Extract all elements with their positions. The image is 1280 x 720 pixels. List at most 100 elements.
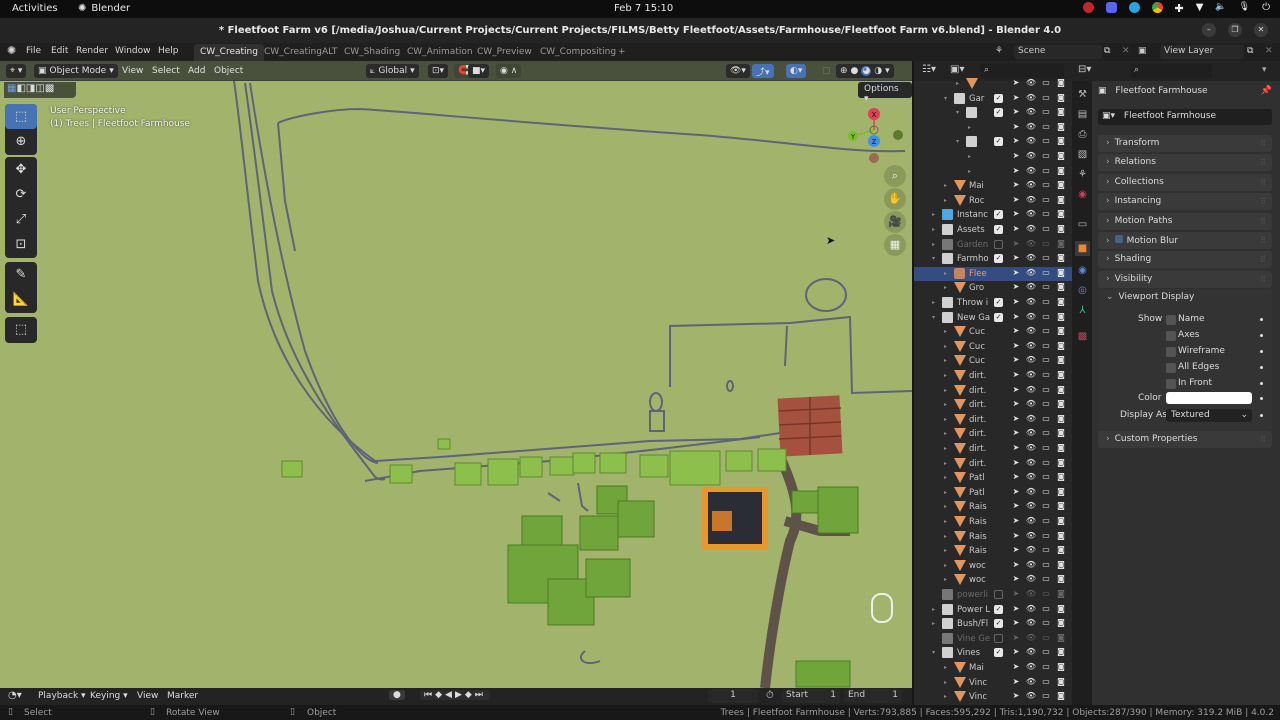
expand-arrow-open-icon[interactable]: ▾ [956,109,959,116]
texture-tab-icon[interactable]: ▩ [1075,329,1090,344]
visibility-eye-icon[interactable]: 👁 [1025,224,1037,233]
keyframe-dot[interactable] [1260,397,1263,400]
expand-arrow-icon[interactable]: ▸ [932,226,935,233]
exclude-checkbox[interactable] [994,239,1003,249]
outliner-item-label[interactable]: Gro [969,283,992,293]
color-swatch[interactable] [1166,392,1252,404]
panel-visibility[interactable]: › Visibility ⠿ [1098,270,1272,288]
pan-view-icon[interactable]: ✋ [884,188,906,210]
render-camera-icon[interactable]: ◙ [1055,428,1067,437]
render-camera-icon[interactable]: ◙ [1055,691,1067,700]
expand-arrow-icon[interactable]: ▸ [944,576,947,583]
viewport-disable-icon[interactable]: ▭ [1040,545,1052,554]
visibility-eye-icon[interactable]: 👁 [1025,385,1037,394]
auto-keying-toggle[interactable]: ● [389,690,405,700]
expand-arrow-icon[interactable]: ▸ [944,460,947,467]
drag-handle-icon[interactable]: ⠿ [1260,275,1266,284]
object-data-tab-icon[interactable]: ⅄ [1075,303,1090,318]
selectable-icon[interactable]: ➤ [1010,545,1022,554]
snap-target-button[interactable]: ■▾ [468,64,490,78]
outliner-row[interactable]: ▸ Rais ➤ 👁 ▭ ◙ [914,515,1072,530]
viewport-disable-icon[interactable]: ▭ [1040,604,1052,613]
tab-cw-creatingalt[interactable]: CW_CreatingALT [258,44,343,61]
outliner-item-label[interactable]: dirt. [969,371,992,381]
viewport-disable-icon[interactable]: ▭ [1040,370,1052,379]
selectable-icon[interactable]: ➤ [1010,618,1022,627]
selectable-icon[interactable]: ➤ [1010,341,1022,350]
scene-selector[interactable]: Scene [1014,45,1102,59]
render-camera-icon[interactable]: ◙ [1055,501,1067,510]
selectable-icon[interactable]: ➤ [1010,180,1022,189]
viewport-disable-icon[interactable]: ▭ [1040,414,1052,423]
render-camera-icon[interactable]: ◙ [1055,589,1067,598]
keyframe-dot[interactable] [1260,414,1263,417]
render-camera-icon[interactable]: ◙ [1055,516,1067,525]
maximize-button[interactable]: ❐ [1228,23,1242,37]
viewport-disable-icon[interactable]: ▭ [1040,428,1052,437]
drag-handle-icon[interactable]: ⠿ [1260,178,1266,187]
selectable-icon[interactable]: ➤ [1010,531,1022,540]
transform-tool-icon[interactable]: ⊡ [5,232,37,257]
visibility-eye-icon[interactable]: 👁 [1025,414,1037,423]
outliner-row[interactable]: ▸ Vinc ➤ 👁 ▭ ◙ [914,676,1072,691]
selectable-icon[interactable]: ➤ [1010,385,1022,394]
properties-editor-icon[interactable]: ⊟▾ [1078,64,1091,75]
drag-handle-icon[interactable]: ⠿ [1260,217,1266,226]
selectable-icon[interactable]: ➤ [1010,662,1022,671]
visibility-eye-icon[interactable]: 👁 [1025,370,1037,379]
keyframe-dot[interactable] [1260,382,1263,385]
visibility-eye-icon[interactable]: 👁 [1025,341,1037,350]
visibility-eye-icon[interactable]: 👁 [1025,560,1037,569]
material-preview-icon[interactable]: ◕ [861,66,872,76]
outliner-item-label[interactable]: Mai [969,181,992,191]
render-camera-icon[interactable]: ◙ [1055,560,1067,569]
visibility-eye-icon[interactable]: 👁 [1025,253,1037,262]
timeline-editor-icon[interactable]: ◔▾ [8,690,22,701]
viewport-disable-icon[interactable]: ▭ [1040,312,1052,321]
outliner-row[interactable]: ▸ dirt. ➤ 👁 ▭ ◙ [914,413,1072,428]
viewport-disable-icon[interactable]: ▭ [1040,472,1052,481]
tab-cw-animation[interactable]: CW_Animation [401,44,479,61]
tab-cw-preview[interactable]: CW_Preview [471,44,538,61]
panel-instancing[interactable]: › Instancing ⠿ [1098,193,1272,211]
delete-scene-icon[interactable]: ✕ [1122,46,1130,56]
system-tray[interactable]: ✚ ▼ 🔈 🎙 ⏻ [1082,2,1270,15]
viewport-disable-icon[interactable]: ▭ [1040,253,1052,262]
tab-cw-creating[interactable]: CW_Creating [194,44,264,61]
visibility-eye-icon[interactable]: 👁 [1025,107,1037,116]
viewport-disable-icon[interactable]: ▭ [1040,122,1052,131]
exclude-checkbox[interactable] [994,633,1003,643]
overlay-toggle-icon[interactable]: ◐▾ [786,64,807,78]
selectable-icon[interactable]: ➤ [1010,282,1022,291]
menu-render[interactable]: Render [76,46,108,56]
scale-tool-icon[interactable]: ⤢ [5,207,37,232]
outliner-item-label[interactable]: Garden [957,240,992,250]
menu-view[interactable]: View [122,66,143,76]
expand-arrow-icon[interactable]: ▸ [944,284,947,291]
viewport-disable-icon[interactable]: ▭ [1040,355,1052,364]
selectable-icon[interactable]: ➤ [1010,691,1022,700]
outliner-row[interactable]: ▸ ➤ 👁 ▭ ◙ [914,121,1072,136]
show-wireframe-checkbox[interactable] [1166,347,1176,357]
view-layer-selector[interactable]: View Layer [1160,45,1244,59]
visibility-eye-icon[interactable]: 👁 [1025,458,1037,467]
selectable-icon[interactable]: ➤ [1010,209,1022,218]
panel-custom-properties[interactable]: › Custom Properties ⠿ [1098,431,1272,448]
selectable-icon[interactable]: ➤ [1010,633,1022,642]
selectable-icon[interactable]: ➤ [1010,312,1022,321]
selectable-icon[interactable]: ➤ [1010,224,1022,233]
render-camera-icon[interactable]: ◙ [1055,297,1067,306]
selectable-icon[interactable]: ➤ [1010,604,1022,613]
outliner-item-label[interactable]: New Ga [957,313,992,323]
visibility-eye-icon[interactable]: 👁 [1025,604,1037,613]
physics-tab-icon[interactable]: ◎ [1075,283,1090,298]
render-camera-icon[interactable]: ◙ [1055,487,1067,496]
render-camera-icon[interactable]: ◙ [1055,107,1067,116]
cursor-tool-icon[interactable]: ⊕ [5,129,37,154]
exclude-checkbox[interactable]: ✓ [994,619,1003,629]
outliner-row[interactable]: ▸ Rais ➤ 👁 ▭ ◙ [914,530,1072,545]
outliner-item-label[interactable]: powerli [957,590,992,600]
render-camera-icon[interactable]: ◙ [1055,618,1067,627]
outliner-row[interactable]: ▾ Vines ✓ ➤ 👁 ▭ ◙ [914,646,1072,661]
scene-icon[interactable]: ⚘ [995,46,1003,56]
